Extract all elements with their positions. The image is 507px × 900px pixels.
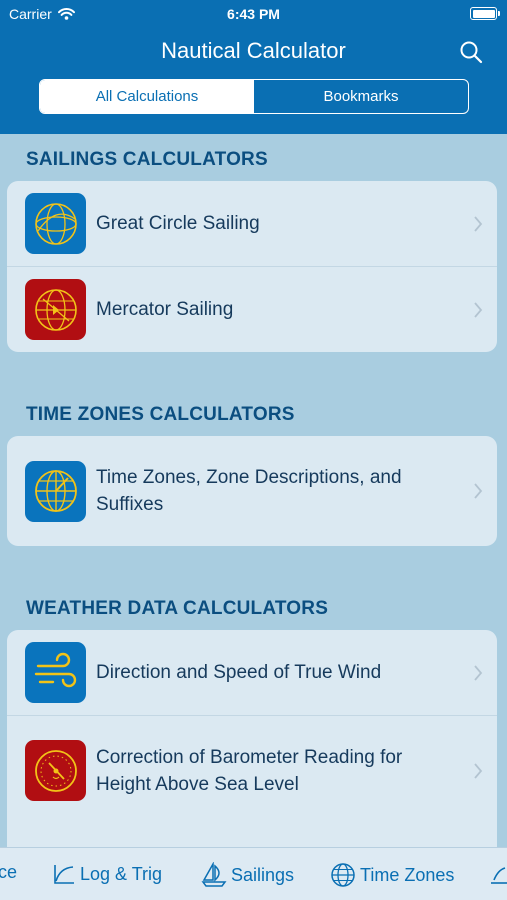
section-title-sailings: SAILINGS CALCULATORS — [26, 149, 268, 170]
log-curve-icon — [54, 865, 74, 884]
tab-weather[interactable] — [490, 862, 507, 886]
list-item-label: Correction of Barometer Reading for Heig… — [96, 746, 403, 795]
status-bar: Carrier 6:43 PM — [0, 0, 507, 28]
tab-bar: ce Log & Trig Sailings Time Zones — [0, 847, 507, 900]
chevron-right-icon — [474, 483, 483, 499]
mercator-globe-icon — [25, 279, 86, 340]
sailings-card: Great Circle Sailing Mercator Sailing — [7, 181, 497, 352]
barometer-icon — [25, 740, 86, 801]
tab-time-zones[interactable]: Time Zones — [330, 862, 454, 888]
great-circle-globe-icon — [25, 193, 86, 254]
page-title: Nautical Calculator — [161, 38, 346, 63]
sailboat-icon — [201, 862, 227, 887]
list-item-barometer-correction[interactable]: Correction of Barometer Reading for Heig… — [7, 715, 497, 825]
chevron-right-icon — [474, 301, 483, 318]
battery-icon — [470, 7, 500, 20]
tab-partial[interactable]: ce — [0, 862, 17, 883]
tab-label: Time Zones — [360, 864, 455, 885]
chevron-right-icon — [474, 762, 483, 779]
list-item-true-wind[interactable]: Direction and Speed of True Wind — [7, 630, 497, 715]
search-icon[interactable] — [459, 40, 483, 64]
weather-icon — [491, 867, 507, 884]
time-zone-globe-icon — [25, 460, 86, 522]
wind-icon — [25, 642, 86, 703]
chevron-right-icon — [474, 215, 483, 232]
list-item-time-zones[interactable]: Time Zones, Zone Descriptions, and Suffi… — [7, 436, 497, 546]
list-item-label: Great Circle Sailing — [96, 213, 260, 234]
segment-bookmarks[interactable]: Bookmarks — [254, 80, 468, 113]
tab-sailings[interactable]: Sailings — [201, 862, 294, 888]
list-item-label: Direction and Speed of True Wind — [96, 662, 382, 683]
list-item-label: Mercator Sailing — [96, 299, 234, 320]
tab-label: ce — [0, 862, 18, 882]
segmented-control: All Calculations Bookmarks — [39, 79, 469, 114]
section-title-time-zones: TIME ZONES CALCULATORS — [26, 404, 295, 425]
list-item-label: Time Zones, Zone Descriptions, and Suffi… — [96, 467, 402, 515]
clock: 6:43 PM — [227, 6, 280, 22]
list-item-great-circle-sailing[interactable]: Great Circle Sailing — [7, 181, 497, 266]
time-zones-card: Time Zones, Zone Descriptions, and Suffi… — [7, 436, 497, 546]
tab-label: Log & Trig — [80, 863, 163, 884]
chevron-right-icon — [474, 664, 483, 681]
header: Carrier 6:43 PM Nautical Calculator All … — [0, 0, 507, 134]
tab-label: Sailings — [231, 864, 295, 885]
segment-all-calculations[interactable]: All Calculations — [40, 80, 254, 113]
list-item-mercator-sailing[interactable]: Mercator Sailing — [7, 266, 497, 352]
section-title-weather-data: WEATHER DATA CALCULATORS — [26, 598, 329, 619]
tab-log-trig[interactable]: Log & Trig — [52, 862, 162, 886]
globe-icon — [331, 863, 355, 887]
